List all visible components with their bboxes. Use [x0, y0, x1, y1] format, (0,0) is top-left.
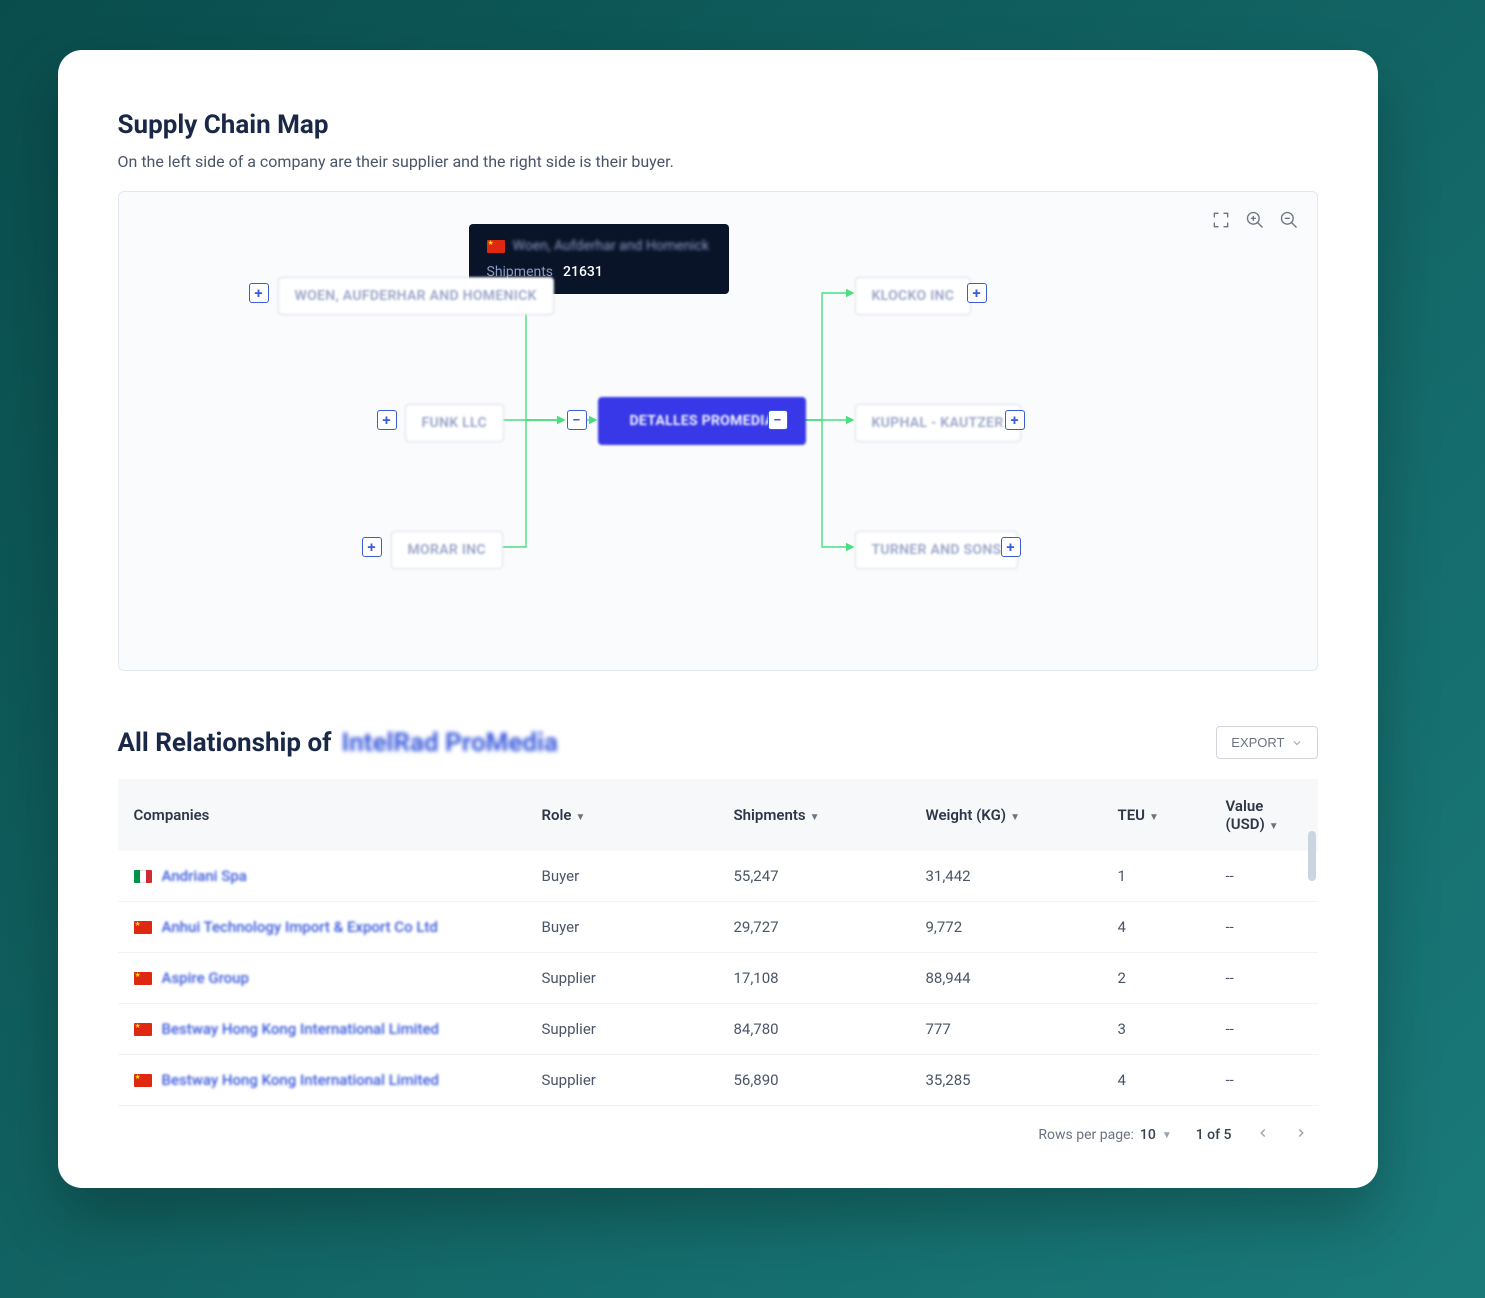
- prev-page-button[interactable]: [1256, 1126, 1270, 1144]
- cell-weight: 35,285: [910, 1055, 1102, 1106]
- table-row[interactable]: Bestway Hong Kong International Limited S…: [118, 1004, 1318, 1055]
- supplier-node[interactable]: MORAR INC: [391, 531, 503, 569]
- cell-value: --: [1210, 851, 1318, 902]
- cell-role: Supplier: [526, 953, 718, 1004]
- company-link[interactable]: Anhui Technology Import & Export Co Ltd: [162, 918, 438, 936]
- supply-chain-subtitle: On the left side of a company are their …: [118, 152, 1318, 171]
- relationship-title: All Relationship of IntelRad ProMedia: [118, 728, 558, 758]
- relationship-company: IntelRad ProMedia: [341, 728, 557, 758]
- cell-teu: 4: [1102, 902, 1210, 953]
- table-row[interactable]: Anhui Technology Import & Export Co Ltd B…: [118, 902, 1318, 953]
- collapse-right[interactable]: −: [768, 410, 788, 430]
- next-page-button[interactable]: [1294, 1126, 1308, 1144]
- cell-role: Supplier: [526, 1055, 718, 1106]
- expand-supplier-1[interactable]: +: [249, 283, 269, 303]
- cell-teu: 1: [1102, 851, 1210, 902]
- buyer-node[interactable]: KLOCKO INC: [855, 277, 972, 315]
- col-teu[interactable]: TEU▼: [1102, 779, 1210, 851]
- expand-supplier-3[interactable]: +: [362, 537, 382, 557]
- relationship-table: Companies Role▼ Shipments▼ Weight (KG)▼ …: [118, 779, 1318, 1106]
- italy-flag-icon: [134, 870, 152, 883]
- expand-buyer-1[interactable]: +: [967, 283, 987, 303]
- relationship-title-prefix: All Relationship of: [118, 728, 332, 758]
- buyer-node[interactable]: TURNER AND SONS: [855, 531, 1019, 569]
- cell-role: Buyer: [526, 902, 718, 953]
- map-canvas[interactable]: Woen, Aufderhar and Homenick Shipments 2…: [119, 192, 1317, 670]
- col-value[interactable]: Value (USD)▼: [1210, 779, 1318, 851]
- page-indicator: 1 of 5: [1196, 1127, 1232, 1143]
- cell-value: --: [1210, 1055, 1318, 1106]
- collapse-left[interactable]: −: [567, 410, 587, 430]
- supply-chain-title: Supply Chain Map: [118, 110, 1318, 140]
- table-row[interactable]: Andriani Spa Buyer55,24731,4421--: [118, 851, 1318, 902]
- cell-shipments: 56,890: [718, 1055, 910, 1106]
- buyer-node[interactable]: KUPHAL - KAUTZER: [855, 404, 1021, 442]
- col-weight[interactable]: Weight (KG)▼: [910, 779, 1102, 851]
- col-companies[interactable]: Companies: [118, 779, 526, 851]
- cell-weight: 9,772: [910, 902, 1102, 953]
- cell-teu: 2: [1102, 953, 1210, 1004]
- china-flag-icon: [134, 921, 152, 934]
- table-row[interactable]: Bestway Hong Kong International Limited S…: [118, 1055, 1318, 1106]
- table-row[interactable]: Aspire Group Supplier17,10888,9442--: [118, 953, 1318, 1004]
- expand-supplier-2[interactable]: +: [377, 410, 397, 430]
- caret-down-icon: ▼: [1162, 1130, 1172, 1141]
- pagination: Rows per page: 10 ▼ 1 of 5: [118, 1106, 1318, 1148]
- cell-role: Buyer: [526, 851, 718, 902]
- cell-shipments: 84,780: [718, 1004, 910, 1055]
- rows-per-page-select[interactable]: Rows per page: 10 ▼: [1038, 1127, 1171, 1143]
- expand-buyer-2[interactable]: +: [1005, 410, 1025, 430]
- china-flag-icon: [134, 1074, 152, 1087]
- company-link[interactable]: Aspire Group: [162, 969, 249, 987]
- scrollbar-thumb[interactable]: [1308, 831, 1316, 881]
- export-button[interactable]: EXPORT: [1216, 726, 1317, 759]
- col-role[interactable]: Role▼: [526, 779, 718, 851]
- china-flag-icon: [487, 240, 505, 253]
- cell-weight: 88,944: [910, 953, 1102, 1004]
- cell-weight: 777: [910, 1004, 1102, 1055]
- company-link[interactable]: Andriani Spa: [162, 867, 247, 885]
- cell-value: --: [1210, 902, 1318, 953]
- rows-per-page-label: Rows per page:: [1038, 1127, 1133, 1143]
- cell-weight: 31,442: [910, 851, 1102, 902]
- supply-chain-map[interactable]: Woen, Aufderhar and Homenick Shipments 2…: [118, 191, 1318, 671]
- cell-value: --: [1210, 1004, 1318, 1055]
- tooltip-shipments-value: 21631: [563, 264, 603, 280]
- rows-per-page-value: 10: [1140, 1127, 1156, 1143]
- main-card: Supply Chain Map On the left side of a c…: [58, 50, 1378, 1188]
- cell-role: Supplier: [526, 1004, 718, 1055]
- china-flag-icon: [134, 1023, 152, 1036]
- company-link[interactable]: Bestway Hong Kong International Limited: [162, 1020, 440, 1038]
- china-flag-icon: [134, 972, 152, 985]
- chevron-down-icon: [1291, 737, 1303, 749]
- export-label: EXPORT: [1231, 735, 1284, 750]
- supplier-node[interactable]: WOEN, AUFDERHAR AND HOMENICK: [278, 277, 554, 315]
- company-link[interactable]: Bestway Hong Kong International Limited: [162, 1071, 440, 1089]
- supplier-node[interactable]: FUNK LLC: [405, 404, 504, 442]
- cell-shipments: 55,247: [718, 851, 910, 902]
- cell-value: --: [1210, 953, 1318, 1004]
- expand-buyer-3[interactable]: +: [1001, 537, 1021, 557]
- col-shipments[interactable]: Shipments▼: [718, 779, 910, 851]
- cell-shipments: 29,727: [718, 902, 910, 953]
- cell-teu: 3: [1102, 1004, 1210, 1055]
- tooltip-company: Woen, Aufderhar and Homenick: [513, 238, 710, 254]
- cell-teu: 4: [1102, 1055, 1210, 1106]
- cell-shipments: 17,108: [718, 953, 910, 1004]
